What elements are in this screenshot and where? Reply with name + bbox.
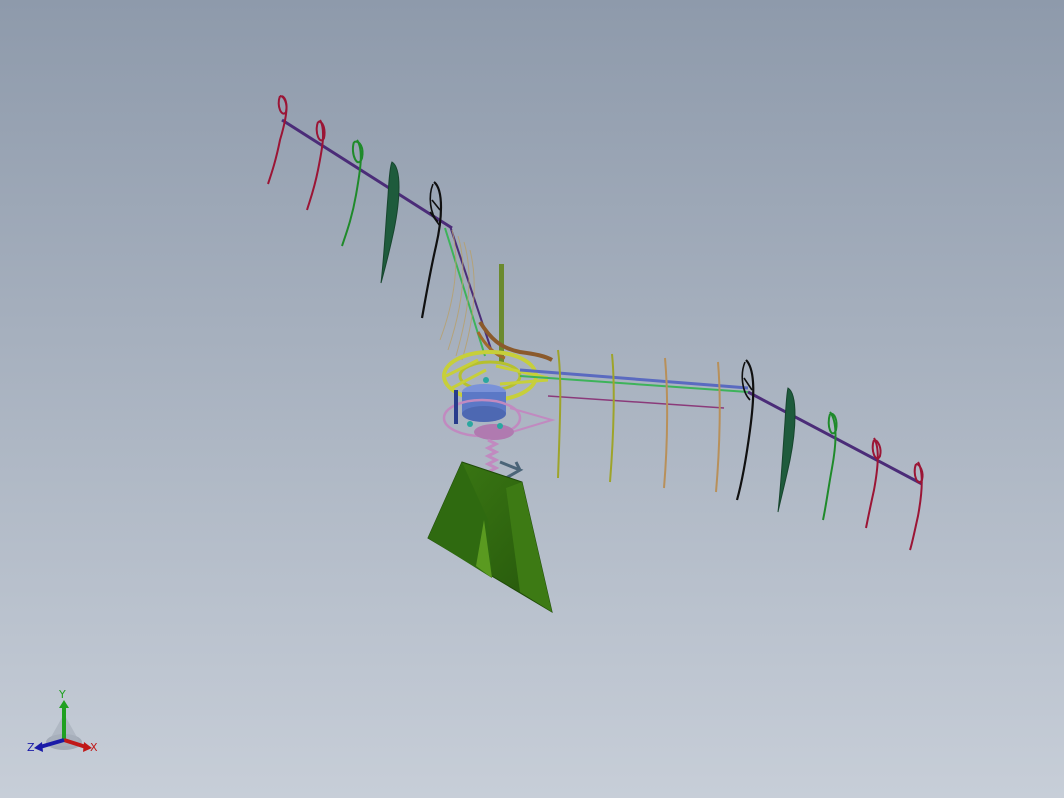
viewport-background [0,0,1064,798]
coordinate-triad: Y X Z [27,688,98,754]
graphics-viewport[interactable]: Y X Z [0,0,1064,798]
y-axis-arrow [59,700,69,708]
y-axis-label: Y [58,688,66,701]
cyan-fitting-1[interactable] [467,421,473,427]
z-axis-arrow [34,742,43,752]
hub-cylinder-bottom[interactable] [462,406,506,422]
pink-base-disc[interactable] [474,424,514,440]
x-axis-label: X [90,741,98,754]
cyan-fitting-3[interactable] [483,377,489,383]
hub-post-left[interactable] [454,390,458,424]
z-axis-label: Z [27,741,35,754]
cyan-fitting-2[interactable] [497,423,503,429]
model-scene[interactable] [0,0,1064,798]
